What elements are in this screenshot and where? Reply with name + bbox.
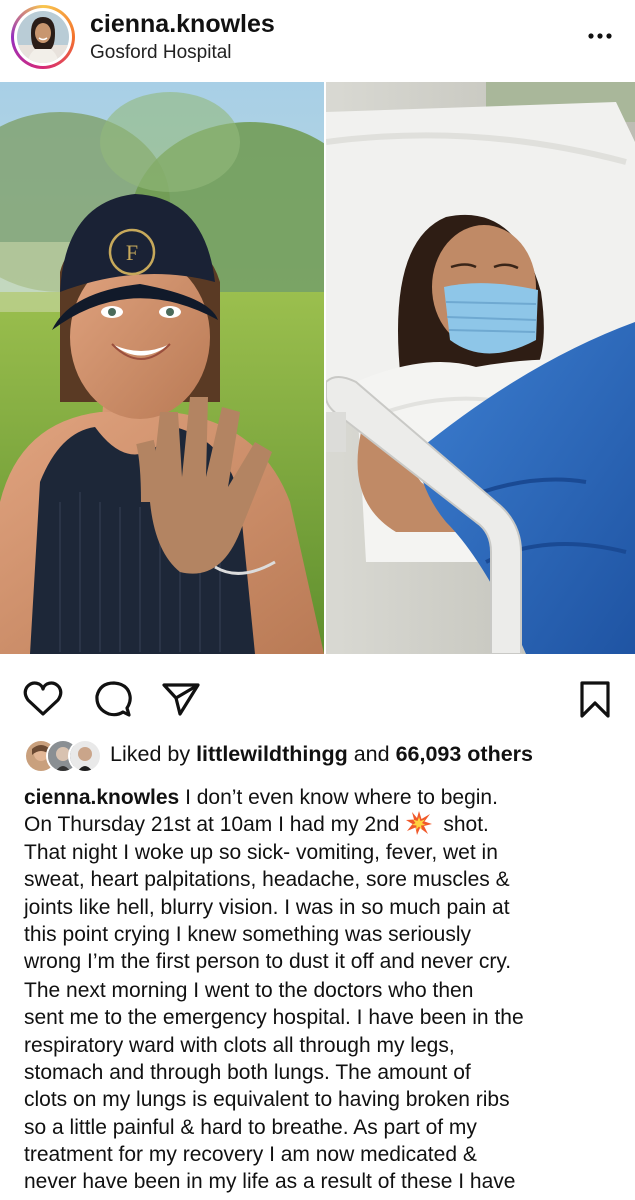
- caption-line: sweat, heart palpitations, headache, sor…: [24, 868, 510, 892]
- liker-username[interactable]: littlewildthingg: [196, 742, 348, 766]
- post-image[interactable]: F: [0, 82, 635, 654]
- avatar: [68, 739, 102, 773]
- send-icon[interactable]: [160, 678, 202, 720]
- post-location[interactable]: Gosford Hospital: [90, 42, 232, 64]
- caption-line: treatment for my recovery I am now medic…: [24, 1143, 477, 1167]
- caption-line: cienna.knowles I don’t even know where t…: [24, 786, 498, 809]
- photo-hospital-bed: [326, 82, 635, 654]
- caption-line: so a little painful & hard to breathe. A…: [24, 1115, 477, 1139]
- more-dots-icon[interactable]: [587, 26, 613, 46]
- caption-line: joints like hell, blurry vision. I was i…: [24, 895, 510, 919]
- caption-line: never have been in my life as a result o…: [24, 1170, 516, 1194]
- caption-line: respiratory ward with clots all through …: [24, 1033, 455, 1057]
- heart-icon[interactable]: [22, 678, 64, 720]
- action-bar: [0, 672, 635, 724]
- caption-line: That night I woke up so sick- vomiting, …: [24, 840, 498, 864]
- story-ring[interactable]: [11, 5, 75, 69]
- likes-summary[interactable]: Liked by littlewildthingg and 66,093 oth…: [24, 738, 624, 773]
- caption-line: On Thursday 21st at 10am I had my 2nd sh…: [24, 811, 489, 837]
- svg-text:F: F: [126, 240, 138, 265]
- bookmark-icon[interactable]: [574, 678, 616, 720]
- photo-smiling-woman-cap: F: [0, 82, 324, 654]
- likes-middle: and: [347, 742, 396, 766]
- caption-line: clots on my lungs is equivalent to havin…: [24, 1088, 510, 1112]
- caption-line: this point crying I knew something was s…: [24, 922, 472, 946]
- likes-count[interactable]: 66,093 others: [396, 742, 533, 766]
- caption-line: stomach and through both lungs. The amou…: [24, 1060, 471, 1084]
- caption-username[interactable]: cienna.knowles: [24, 786, 179, 809]
- caption-line: sent me to the emergency hospital. I hav…: [24, 1006, 524, 1030]
- post-username[interactable]: cienna.knowles: [90, 10, 275, 39]
- likes-text: Liked by littlewildthingg and 66,093 oth…: [110, 742, 533, 767]
- caption-line: The next morning I went to the doctors w…: [24, 978, 474, 1002]
- avatar[interactable]: [17, 11, 69, 63]
- collision-emoji-icon: [405, 811, 432, 836]
- caption-line: wrong I’m the first person to dust it of…: [24, 950, 512, 974]
- likes-prefix: Liked by: [110, 742, 197, 766]
- liker-avatars[interactable]: [24, 739, 104, 773]
- comment-icon[interactable]: [92, 678, 134, 720]
- post-caption: cienna.knowles I don’t even know where t…: [24, 784, 619, 1196]
- post-header: cienna.knowles Gosford Hospital: [0, 0, 635, 80]
